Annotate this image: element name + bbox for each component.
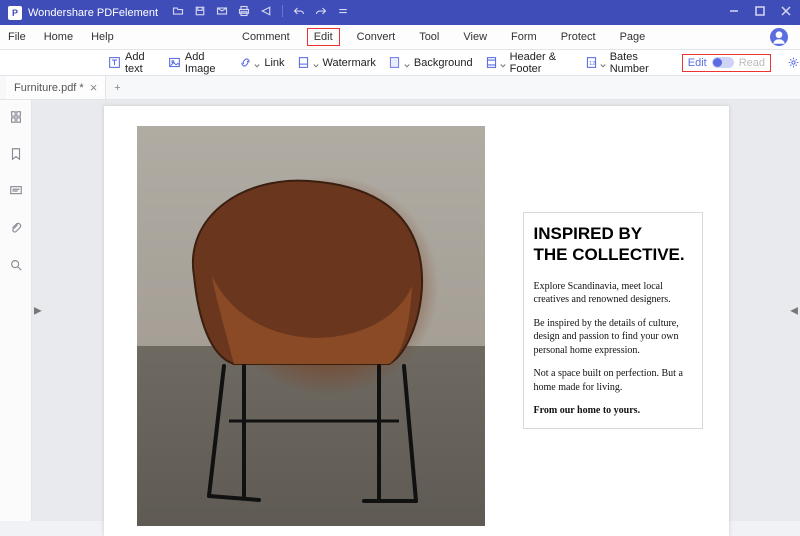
tool-watermark[interactable]: Watermark <box>297 56 376 70</box>
bookmark-icon[interactable] <box>9 147 23 166</box>
menu-page[interactable]: Page <box>613 28 653 46</box>
workspace: ▶ ◀ INSPIRED BYTHE COLLECTIVE. Explore S… <box>0 100 800 521</box>
menu-protect[interactable]: Protect <box>554 28 603 46</box>
chair-graphic <box>154 166 464 521</box>
tool-background[interactable]: Background <box>388 56 473 70</box>
menu-home[interactable]: Home <box>44 31 73 43</box>
tool-label: Watermark <box>323 57 376 69</box>
tool-label: Header & Footer <box>510 51 573 75</box>
user-avatar-icon[interactable] <box>770 28 788 46</box>
doc-heading: INSPIRED BYTHE COLLECTIVE. <box>534 223 692 266</box>
save-icon[interactable] <box>194 5 206 20</box>
tool-label: Add text <box>125 51 156 75</box>
separator <box>282 5 283 17</box>
tool-label: Background <box>414 57 473 69</box>
tool-bates-number[interactable]: 12 Bates Number <box>585 51 664 75</box>
tool-link[interactable]: Link <box>238 56 284 70</box>
open-icon[interactable] <box>172 5 184 20</box>
edit-toolbar: Add text Add Image Link Watermark Backgr… <box>0 50 800 76</box>
document-tab[interactable]: Furniture.pdf * × <box>6 76 106 99</box>
app-title: Wondershare PDFelement <box>28 7 158 19</box>
search-icon[interactable] <box>9 258 23 277</box>
maximize-button[interactable] <box>754 5 766 20</box>
document-text-block: INSPIRED BYTHE COLLECTIVE. Explore Scand… <box>523 212 703 429</box>
mode-read-label: Read <box>739 57 765 69</box>
tool-label: Bates Number <box>610 51 664 75</box>
redo-icon[interactable] <box>315 5 327 20</box>
tool-label: Link <box>264 57 284 69</box>
menu-comment[interactable]: Comment <box>235 28 297 46</box>
menu-view[interactable]: View <box>456 28 494 46</box>
mode-edit-label: Edit <box>688 57 707 69</box>
left-sidebar <box>0 100 32 521</box>
svg-text:12: 12 <box>589 61 595 67</box>
new-tab-button[interactable]: + <box>106 82 128 94</box>
titlebar: P Wondershare PDFelement <box>0 0 800 25</box>
app-logo-icon: P <box>8 6 22 20</box>
share-icon[interactable] <box>260 5 272 20</box>
add-text-icon <box>108 56 121 70</box>
close-button[interactable] <box>780 5 792 20</box>
menubar: File Home Help Comment Edit Convert Tool… <box>0 25 800 50</box>
chevron-down-icon <box>404 60 410 66</box>
header-footer-icon <box>485 56 498 70</box>
menu-convert[interactable]: Convert <box>350 28 403 46</box>
doc-paragraph: From our home to yours. <box>534 404 692 418</box>
tab-close-icon[interactable]: × <box>90 81 98 94</box>
collapse-right-icon[interactable]: ◀ <box>790 305 798 316</box>
annotations-icon[interactable] <box>9 184 23 203</box>
toggle-switch-icon[interactable] <box>712 57 734 68</box>
window-controls <box>728 5 792 20</box>
minimize-button[interactable] <box>728 5 740 20</box>
chevron-down-icon <box>254 60 260 66</box>
tool-header-footer[interactable]: Header & Footer <box>485 51 573 75</box>
print-icon[interactable] <box>238 5 250 20</box>
tab-title: Furniture.pdf * <box>14 82 84 94</box>
doc-paragraph: Be inspired by the details of culture, d… <box>534 317 692 358</box>
quick-access-toolbar <box>172 5 349 20</box>
add-image-icon <box>168 56 181 70</box>
link-icon <box>238 56 252 70</box>
chevron-down-icon <box>313 60 319 66</box>
menu-help[interactable]: Help <box>91 31 114 43</box>
undo-icon[interactable] <box>293 5 305 20</box>
tool-label: Add Image <box>185 51 226 75</box>
chevron-down-icon <box>500 60 506 66</box>
thumbnails-icon[interactable] <box>9 110 23 129</box>
menu-form[interactable]: Form <box>504 28 544 46</box>
doc-paragraph: Not a space built on perfection. But a h… <box>534 367 692 394</box>
mail-icon[interactable] <box>216 5 228 20</box>
collapse-left-icon[interactable]: ▶ <box>34 305 42 316</box>
attachments-icon[interactable] <box>9 221 23 240</box>
pdf-page: INSPIRED BYTHE COLLECTIVE. Explore Scand… <box>104 106 729 536</box>
edit-mode-toggle[interactable]: Edit Read <box>682 54 771 72</box>
doc-paragraph: Explore Scandinavia, meet local creative… <box>534 280 692 307</box>
page-canvas[interactable]: ▶ ◀ INSPIRED BYTHE COLLECTIVE. Explore S… <box>32 100 800 521</box>
menu-tool[interactable]: Tool <box>412 28 446 46</box>
watermark-icon <box>297 56 311 70</box>
document-tabbar: Furniture.pdf * × + <box>0 76 800 100</box>
bates-icon: 12 <box>585 56 598 70</box>
settings-gear-icon[interactable] <box>787 56 800 70</box>
chevron-down-icon <box>600 60 606 66</box>
dropdown-icon[interactable] <box>337 5 349 20</box>
menu-edit[interactable]: Edit <box>307 28 340 46</box>
background-icon <box>388 56 402 70</box>
tool-add-image[interactable]: Add Image <box>168 51 226 75</box>
menu-file[interactable]: File <box>8 31 26 43</box>
tool-add-text[interactable]: Add text <box>108 51 156 75</box>
